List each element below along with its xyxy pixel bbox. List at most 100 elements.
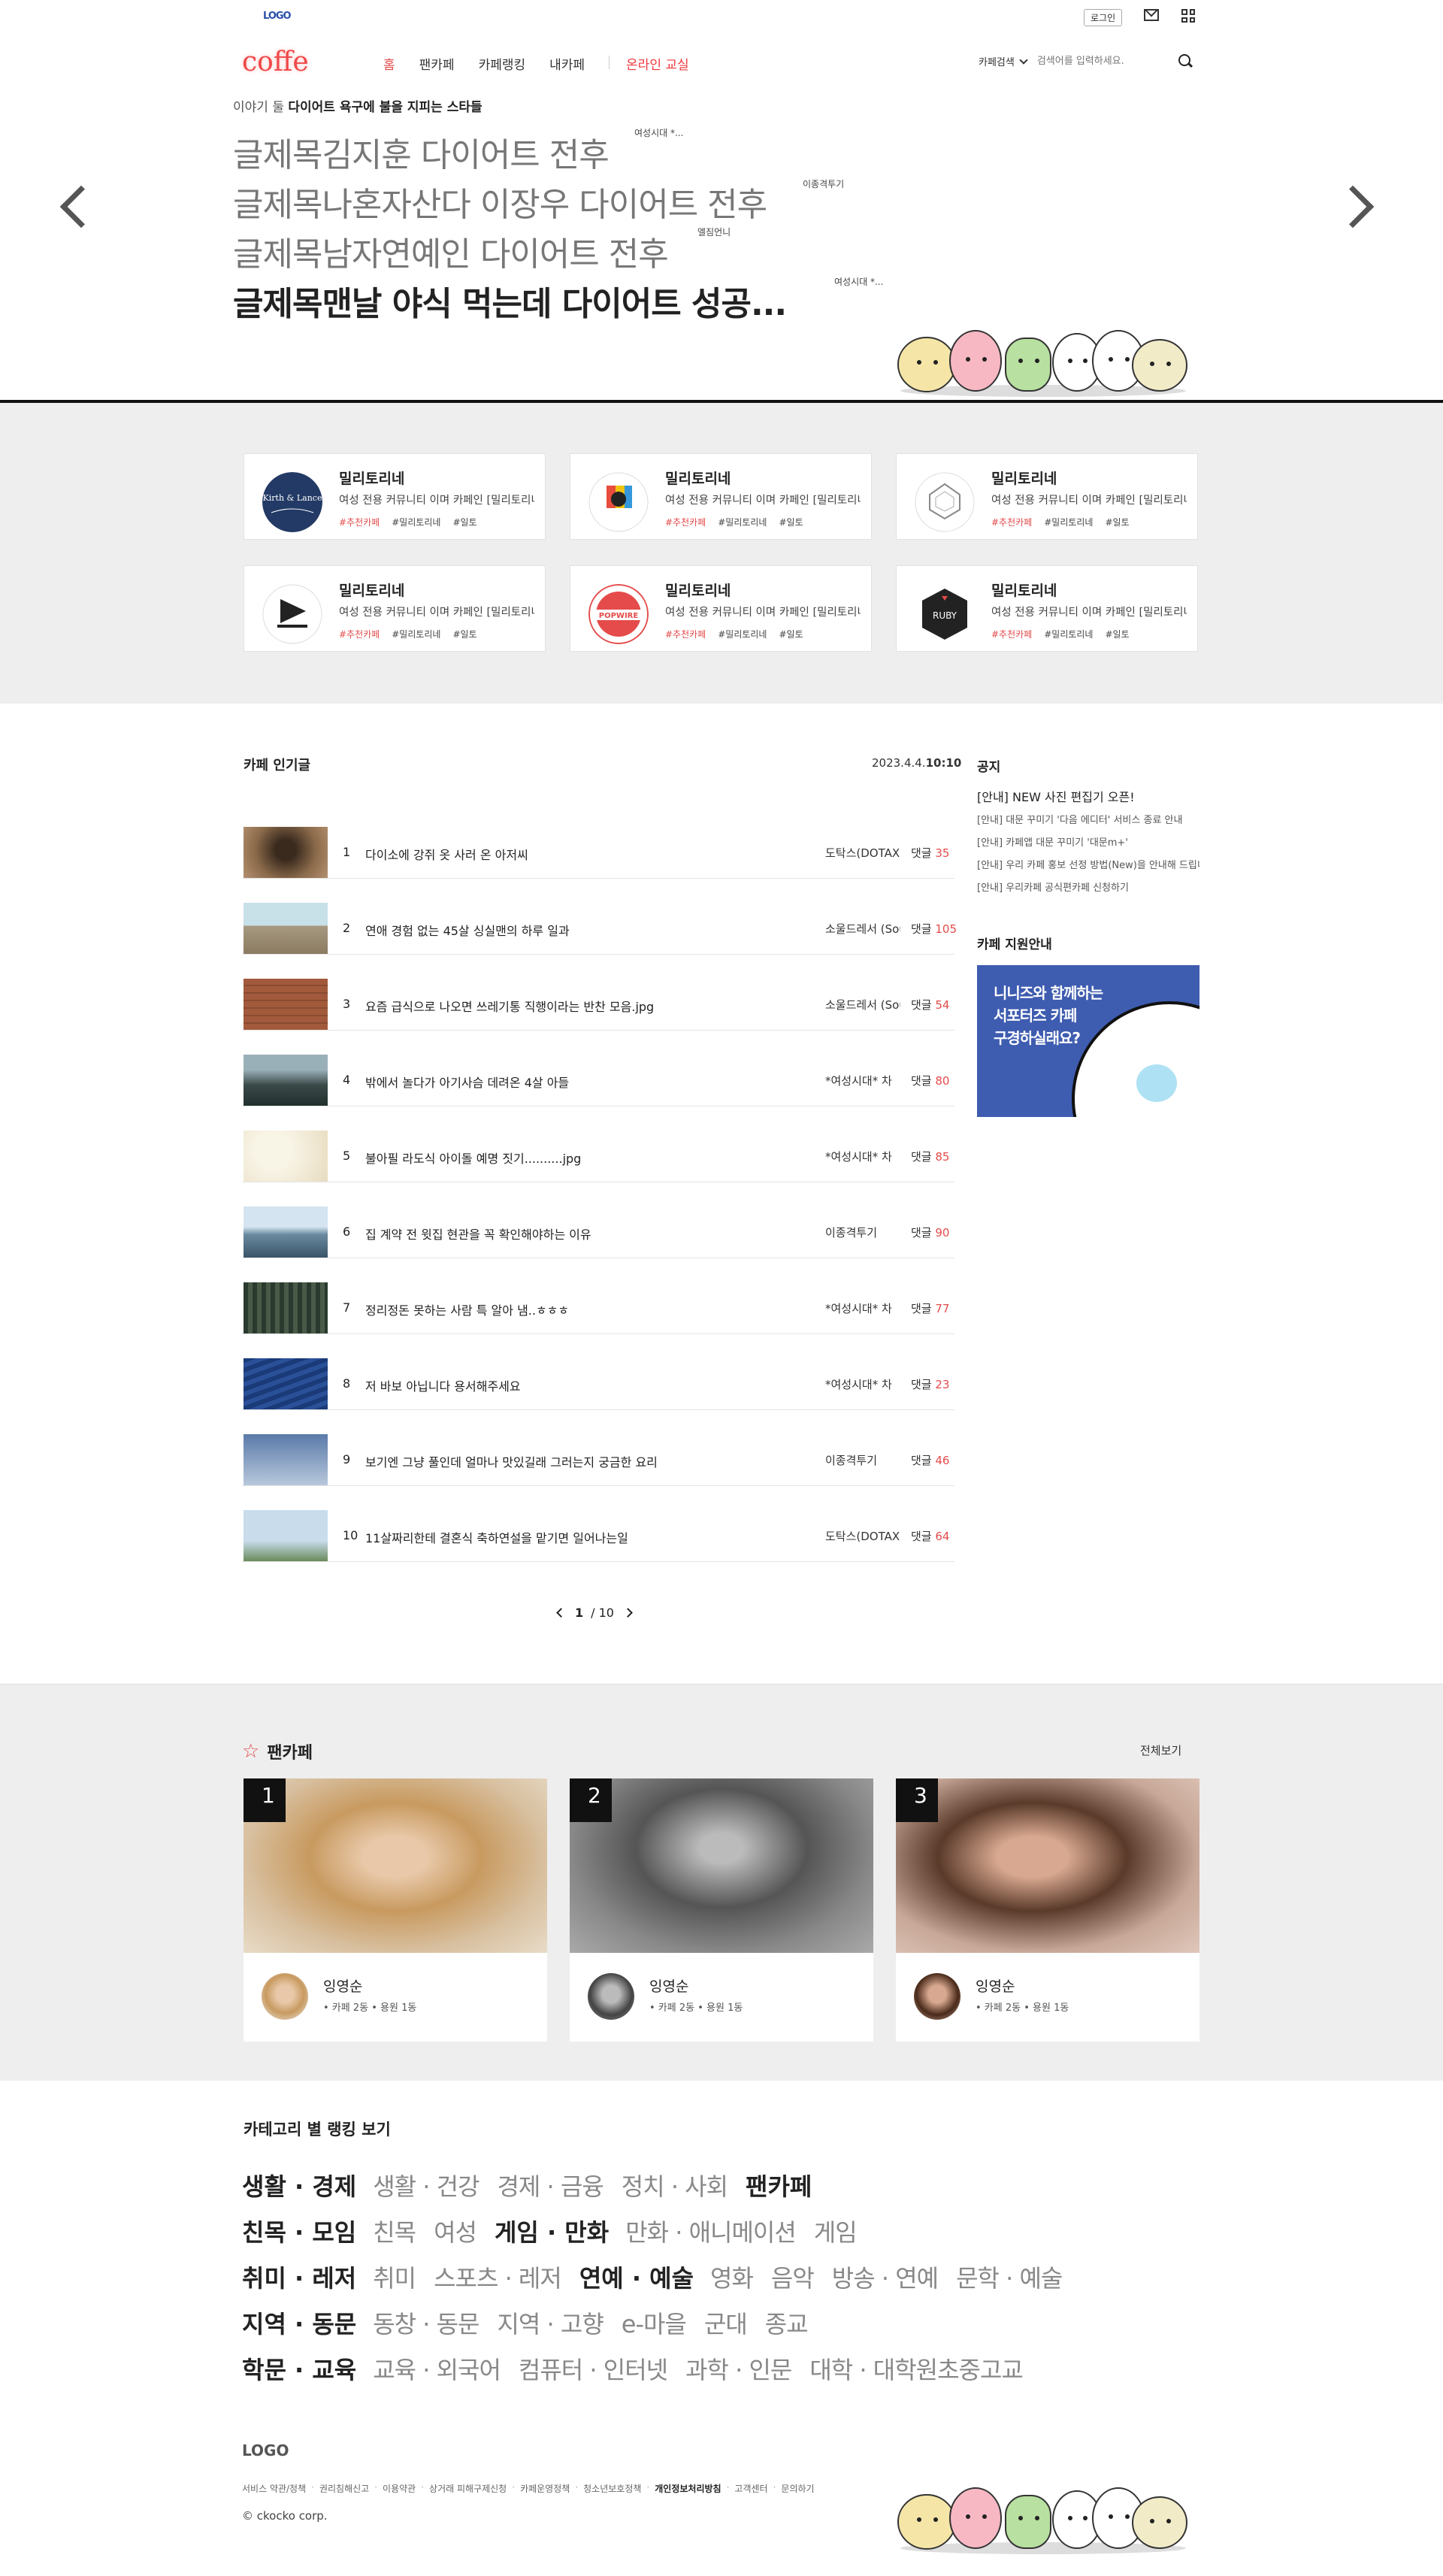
post-title[interactable]: 밖에서 놀다가 아기사슴 데려온 4살 아들 (365, 1073, 569, 1091)
post-title[interactable]: 연애 경험 없는 45살 싱실맨의 하루 일과 (365, 921, 570, 939)
post-title[interactable]: 불아필 라도식 아이돌 예명 짓기..........jpg (365, 1149, 581, 1167)
nav-cafe-ranking[interactable]: 카페랭킹 (479, 54, 526, 73)
post-title[interactable]: 정리정돈 못하는 사람 특 알아 냄..ㅎㅎㅎ (365, 1300, 569, 1318)
table-row[interactable]: 3 요즘 급식으로 나오면 쓰레기통 직행이라는 반찬 모음.jpg 소울드레서… (242, 955, 954, 1031)
post-author[interactable]: 소울드레서 (Soul) (825, 921, 900, 937)
table-row[interactable]: 10 11살짜리한테 결혼식 축하연설을 맡기면 일어나는일 도탁스(DOTAX… (242, 1486, 954, 1562)
nav-my-cafe[interactable]: 내카페 (549, 54, 585, 73)
hero-headline[interactable]: 글제목나혼자산다 이장우 다이어트 전후 (233, 177, 767, 226)
cafe-tag[interactable]: #일토 (1105, 516, 1129, 528)
chevron-left-icon[interactable] (556, 1608, 566, 1618)
footer-link-privacy[interactable]: 개인정보처리방침 (655, 2482, 721, 2495)
footer-link[interactable]: 청소년보호정책 (583, 2482, 641, 2495)
nav-online-class[interactable]: 온라인 교실 (626, 54, 689, 73)
table-row[interactable]: 7 정리정돈 못하는 사람 특 알아 냄..ㅎㅎㅎ *여성시대* 차 댓글 77 (242, 1258, 954, 1334)
hero-headline[interactable]: 글제목맨날 야식 먹는데 다이어트 성공... (233, 277, 787, 325)
search-scope-select[interactable]: 카페검색 (979, 54, 1015, 68)
footer-logo[interactable]: LOGO (242, 2443, 289, 2458)
category-link[interactable]: 스포츠 · 레저 (434, 2260, 562, 2294)
post-title[interactable]: 다이소에 강쥐 옷 사러 온 아저씨 (365, 845, 528, 863)
search-input[interactable] (1036, 56, 1165, 67)
avatar[interactable] (588, 1973, 634, 2020)
category-link[interactable]: 지역 · 고향 (497, 2305, 604, 2340)
category-link[interactable]: 경제 · 금융 (497, 2168, 604, 2202)
post-title[interactable]: 요즘 급식으로 나오면 쓰레기통 직행이라는 반찬 모음.jpg (365, 997, 654, 1015)
table-row[interactable]: 5 불아필 라도식 아이돌 예명 짓기..........jpg *여성시대* … (242, 1106, 954, 1182)
category-link[interactable]: 취미 · 레저 (242, 2260, 356, 2294)
post-author[interactable]: 도탁스(DOTAX) (825, 1528, 900, 1544)
next-arrow-icon[interactable] (1331, 185, 1375, 229)
cafe-tag[interactable]: #밀리토리네 (718, 516, 767, 528)
post-title[interactable]: 11살짜리한테 결혼식 축하연설을 맡기면 일어나는일 (365, 1528, 628, 1546)
category-link[interactable]: 친목 (373, 2214, 416, 2248)
category-link[interactable]: 교육 · 외국어 (373, 2351, 501, 2386)
cafe-tag[interactable]: #추천카페 (991, 628, 1032, 640)
fancafe-card[interactable]: 2 잉영순 • 카페 2동 • 용원 1동 (570, 1778, 873, 2042)
notice-item[interactable]: [안내] 우리카페 공식편카페 신청하기 (977, 879, 1199, 894)
cafe-tag[interactable]: #밀리토리네 (1044, 516, 1093, 528)
support-banner[interactable]: 니니즈와 함께하는 서포터즈 카페 구경하실래요? (977, 965, 1199, 1117)
footer-link[interactable]: 서비스 약관/정책 (242, 2482, 306, 2495)
notice-item[interactable]: [안내] 우리 카페 홍보 선정 방법(New)을 안내해 드립니다 (977, 857, 1199, 871)
fancafe-name[interactable]: 잉영순 (976, 1975, 1015, 1996)
category-link[interactable]: 취미 (373, 2260, 416, 2294)
prev-arrow-icon[interactable] (59, 185, 103, 229)
hero-headline[interactable]: 글제목김지훈 다이어트 전후 (233, 128, 610, 176)
post-title[interactable]: 보기엔 그냥 풀인데 얼마나 맛있길래 그러는지 궁금한 요리 (365, 1452, 658, 1470)
cafe-tag[interactable]: #추천카페 (665, 516, 706, 528)
category-link[interactable]: e-마을 (622, 2305, 687, 2340)
category-link[interactable]: 정치 · 사회 (622, 2168, 728, 2202)
notice-item[interactable]: [안내] 카페앱 대문 꾸미기 '대문m+' (977, 834, 1199, 849)
category-link[interactable]: 연예 · 예술 (579, 2260, 694, 2294)
category-link[interactable]: 게임 · 만화 (495, 2214, 609, 2248)
post-author[interactable]: *여성시대* 차 (825, 1376, 900, 1392)
cafe-tag[interactable]: #일토 (452, 516, 476, 528)
category-link[interactable]: 팬카페 (746, 2168, 812, 2202)
category-link[interactable]: 동창 · 동문 (373, 2305, 479, 2340)
category-link[interactable]: 생활 · 건강 (373, 2168, 479, 2202)
cafe-card[interactable]: RUBY 밀리토리네 여성 전용 커뮤니티 이며 카페인 [밀리토리네] #추천… (896, 565, 1198, 652)
cafe-tag[interactable]: #일토 (779, 516, 803, 528)
cafe-tag[interactable]: #밀리토리네 (392, 628, 440, 640)
table-row[interactable]: 1 다이소에 강쥐 옷 사러 온 아저씨 도탁스(DOTAX) 댓글 35 (242, 803, 954, 879)
cafe-card[interactable]: 밀리토리네 여성 전용 커뮤니티 이며 카페인 [밀리토리네] #추천카페 #밀리… (896, 453, 1198, 540)
category-link[interactable]: 과학 · 인문 (685, 2351, 792, 2386)
post-author[interactable]: 이종격투기 (825, 1224, 900, 1240)
cafe-tag[interactable]: #일토 (452, 628, 476, 640)
category-link[interactable]: 여성 (434, 2214, 477, 2248)
category-link[interactable]: 영화 (710, 2260, 754, 2294)
cafe-tag[interactable]: #일토 (1105, 628, 1129, 640)
chevron-down-icon[interactable] (1019, 55, 1028, 65)
cafe-tag[interactable]: #밀리토리네 (1044, 628, 1093, 640)
table-row[interactable]: 8 저 바보 아닙니다 용서해주세요 *여성시대* 차 댓글 23 (242, 1334, 954, 1410)
cafe-tag[interactable]: #추천카페 (991, 516, 1032, 528)
category-link[interactable]: 대학 · 대학원초중고교 (809, 2351, 1023, 2386)
post-author[interactable]: 이종격투기 (825, 1452, 900, 1468)
footer-link[interactable]: 문의하기 (781, 2482, 814, 2495)
category-link[interactable]: 친목 · 모임 (242, 2214, 356, 2248)
cafe-tag[interactable]: #밀리토리네 (718, 628, 767, 640)
table-row[interactable]: 6 집 계약 전 윗집 현관을 꼭 확인해야하는 이유 이종격투기 댓글 90 (242, 1182, 954, 1258)
notice-item[interactable]: [안내] NEW 사진 편집기 오픈! (977, 787, 1199, 805)
nav-home[interactable]: 홈 (383, 54, 395, 73)
table-row[interactable]: 9 보기엔 그냥 풀인데 얼마나 맛있길래 그러는지 궁금한 요리 이종격투기 … (242, 1410, 954, 1486)
fancafe-card[interactable]: 1 잉영순 • 카페 2동 • 용원 1동 (244, 1778, 547, 2042)
footer-link[interactable]: 이용약관 (383, 2482, 416, 2495)
category-link[interactable]: 만화 · 애니메이션 (625, 2214, 797, 2248)
fancafe-name[interactable]: 잉영순 (323, 1975, 362, 1996)
search-icon[interactable] (1178, 54, 1190, 66)
post-author[interactable]: 도탁스(DOTAX) (825, 845, 900, 861)
cafe-tag[interactable]: #밀리토리네 (392, 516, 440, 528)
view-all-link[interactable]: 전체보기 (1140, 1742, 1181, 1758)
top-logo[interactable]: LOGO (263, 11, 292, 21)
category-link[interactable]: 음악 (771, 2260, 815, 2294)
cafe-tag[interactable]: #일토 (779, 628, 803, 640)
fancafe-name[interactable]: 잉영순 (649, 1975, 688, 1996)
post-author[interactable]: *여성시대* 차 (825, 1149, 900, 1164)
category-link[interactable]: 문학 · 예술 (956, 2260, 1063, 2294)
avatar[interactable] (914, 1973, 960, 2020)
footer-link[interactable]: 카페운영정책 (520, 2482, 570, 2495)
hero-headline[interactable]: 글제목남자연예인 다이어트 전후 (233, 227, 669, 275)
cafe-card[interactable]: Kirth & Lance 밀리토리네 여성 전용 커뮤니티 이며 카페인 [밀… (244, 453, 546, 540)
post-title[interactable]: 집 계약 전 윗집 현관을 꼭 확인해야하는 이유 (365, 1224, 591, 1243)
